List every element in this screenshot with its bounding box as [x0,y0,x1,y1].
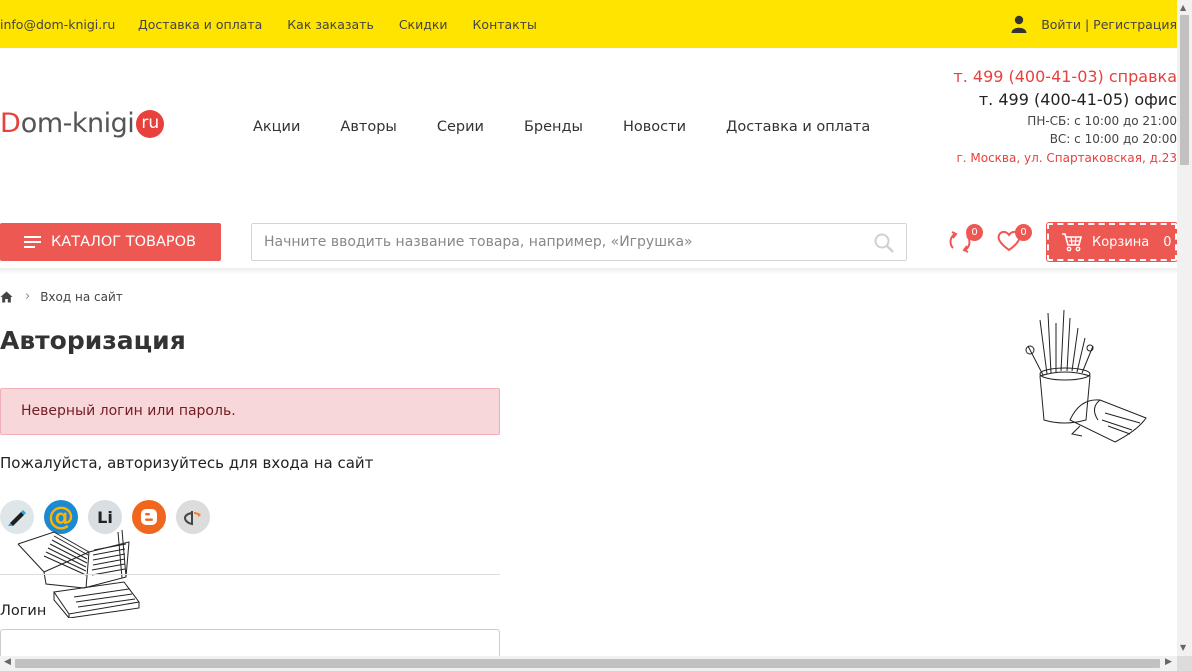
compare-count-badge: 0 [966,224,983,241]
scroll-up-arrow-icon[interactable]: ▲ [1180,3,1186,12]
hours-sunday: ВС: с 10:00 до 20:00 [1049,132,1177,146]
logo-ru-badge: ru [136,109,165,138]
social-openid-button[interactable] [176,500,210,534]
breadcrumb-current: Вход на сайт [40,289,123,304]
address[interactable]: г. Москва, ул. Спартаковская, д.23 [953,148,1177,168]
vertical-scroll-thumb[interactable] [1180,15,1189,165]
horizontal-scroll-thumb[interactable] [15,659,1160,668]
home-icon[interactable] [0,291,13,303]
phone-help[interactable]: т. 499 (400-41-03) справка [953,66,1177,88]
catalog-button[interactable]: КАТАЛОГ ТОВАРОВ [0,223,221,261]
wishlist-count-badge: 0 [1015,224,1032,241]
compare-button[interactable]: 0 [947,224,983,256]
top-bar: info@dom-knigi.ru Доставка и оплата Как … [0,0,1177,48]
main-nav: Акции Авторы Серии Бренды Новости Достав… [253,119,910,135]
separator: | [1084,16,1090,32]
scroll-left-arrow-icon[interactable]: ◀ [4,657,11,667]
hours-weekdays: ПН-СБ: с 10:00 до 21:00 [1027,114,1177,128]
horizontal-scrollbar[interactable]: ◀ ▶ [0,656,1177,671]
user-links: Войти | Регистрация [1011,15,1177,33]
logo-letter-d: D [0,108,21,139]
nav-promotions[interactable]: Акции [253,119,300,135]
divider [0,574,500,575]
nav-delivery[interactable]: Доставка и оплата [726,119,870,135]
header-contacts: т. 499 (400-41-03) справка т. 499 (400-4… [953,66,1177,168]
login-prompt: Пожалуйста, авторизуйтесь для входа на с… [0,454,374,472]
wishlist-button[interactable]: 0 [996,224,1032,256]
hamburger-icon [24,236,41,248]
top-nav-delivery[interactable]: Доставка и оплата [138,17,262,32]
scroll-right-arrow-icon[interactable]: ▶ [1165,657,1172,667]
cart-count: 0 [1163,234,1172,250]
cart-icon [1062,233,1083,252]
user-icon[interactable] [1011,15,1027,33]
stationery-sketch-image [1025,309,1147,443]
top-nav-contacts[interactable]: Контакты [473,17,537,32]
top-nav-how-to-order[interactable]: Как заказать [287,17,374,32]
top-nav: Доставка и оплата Как заказать Скидки Ко… [138,17,562,32]
register-link[interactable]: Регистрация [1093,17,1177,32]
nav-news[interactable]: Новости [623,119,686,135]
cart-button[interactable]: Корзина 0 [1046,222,1178,262]
search-box [251,223,907,261]
scroll-down-arrow-icon[interactable]: ▼ [1180,643,1186,652]
scrollbar-corner [1177,656,1192,671]
catalog-label: КАТАЛОГ ТОВАРОВ [51,234,196,250]
nav-authors[interactable]: Авторы [340,119,396,135]
header-shadow [0,268,1177,274]
breadcrumb: › Вход на сайт [0,289,123,304]
logo-text: om-knigi [20,108,135,139]
email-link[interactable]: info@dom-knigi.ru [0,17,115,32]
chevron-right-icon: › [25,289,31,304]
vertical-scrollbar[interactable]: ▲ ▼ [1177,0,1192,656]
error-alert: Неверный логин или пароль. [0,388,500,435]
login-label: Логин [0,603,47,619]
page-title: Авторизация [0,326,186,355]
site-logo[interactable]: D om-knigi ru [0,108,165,139]
nav-brands[interactable]: Бренды [524,119,583,135]
login-link[interactable]: Войти [1041,17,1081,32]
phone-office[interactable]: т. 499 (400-41-05) офис [953,88,1177,112]
cart-label: Корзина [1092,234,1150,250]
search-icon[interactable] [874,233,894,253]
nav-series[interactable]: Серии [437,119,484,135]
openid-icon [183,511,201,526]
search-input[interactable] [252,224,852,260]
top-nav-discounts[interactable]: Скидки [399,17,448,32]
